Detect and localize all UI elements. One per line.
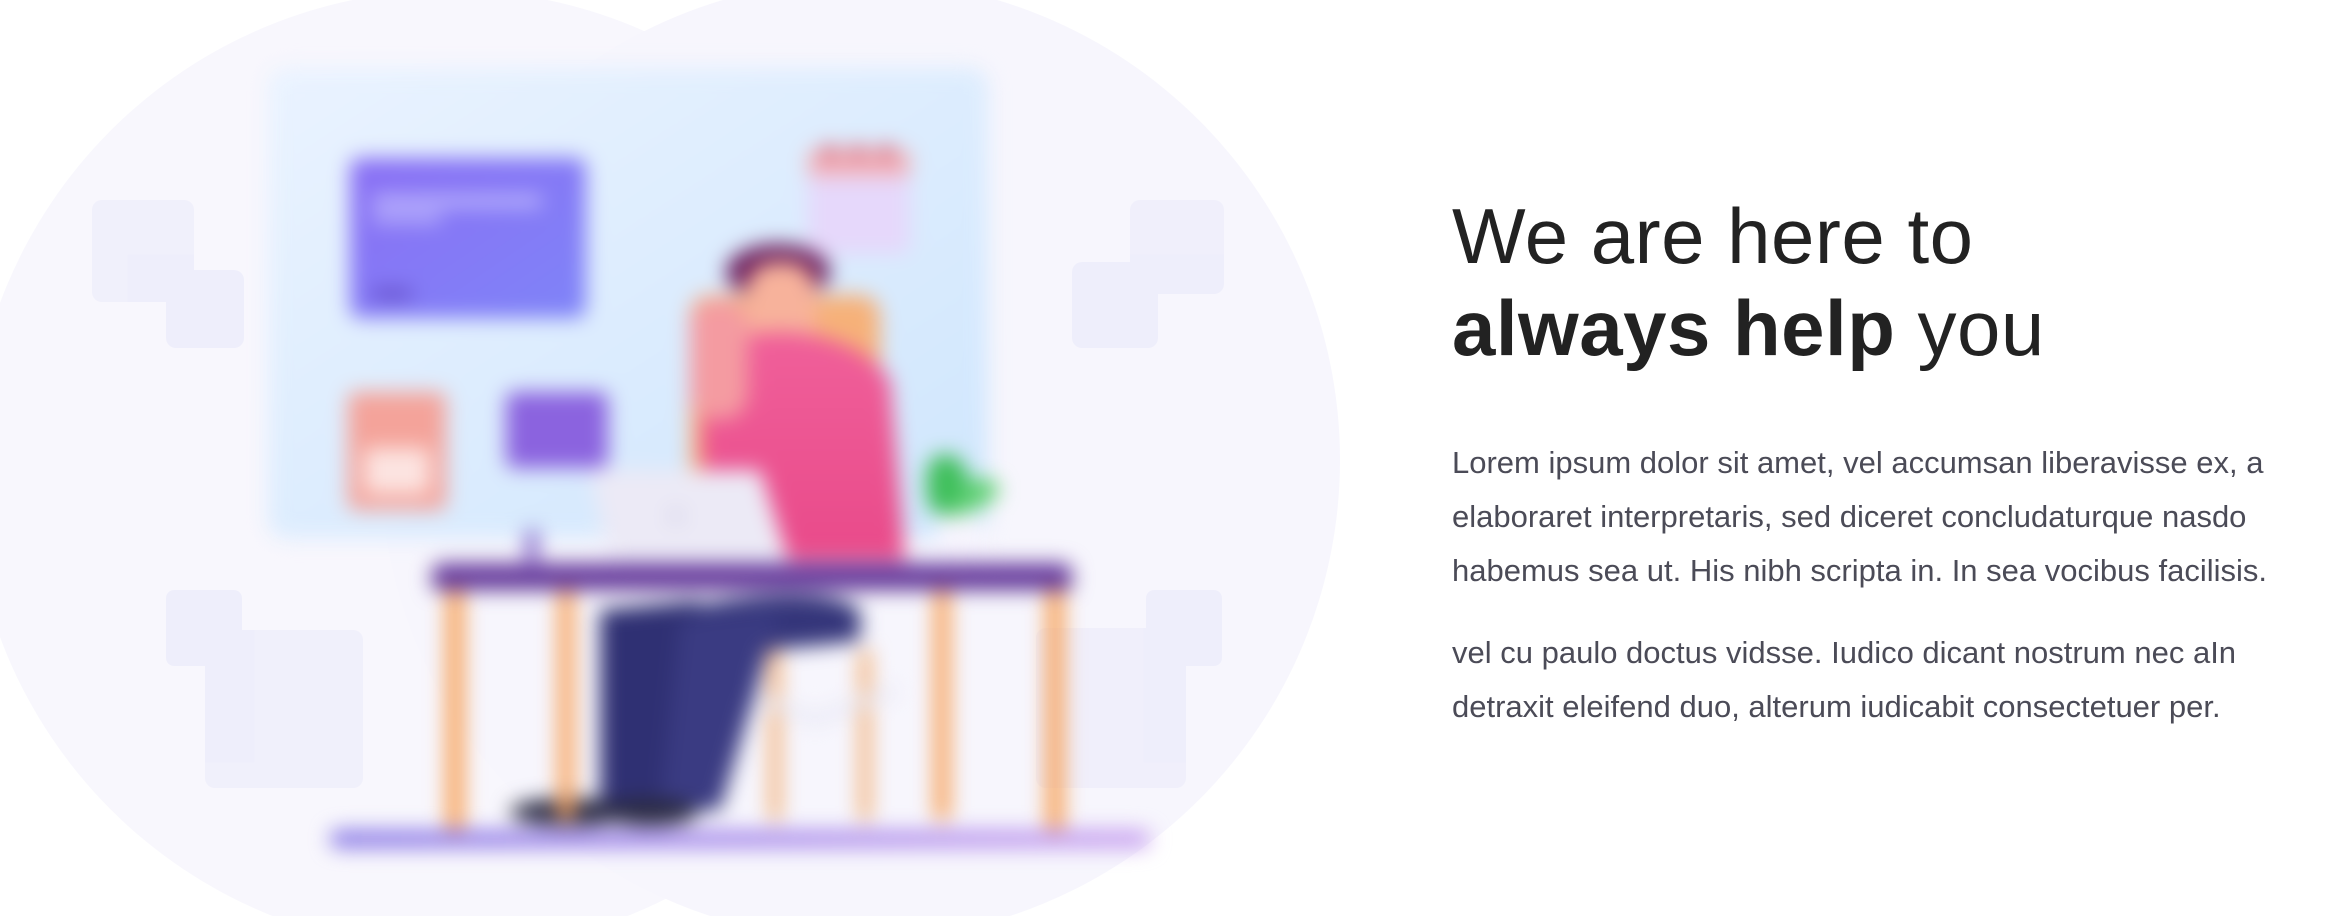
paragraph-2-line: detraxit eleifend duo, alterum iudicabit… (1452, 689, 2221, 724)
laptop (590, 470, 790, 565)
headline-line-2: always help you (1452, 282, 2332, 374)
calendar-icon (808, 144, 910, 254)
paragraph-1-line: elaboraret interpretaris, sed diceret co… (1452, 499, 2247, 534)
folder-icon (348, 392, 446, 510)
headline-line-1: We are here to (1452, 192, 1974, 280)
hero-paragraph-2: vel cu paulo doctus vidsse. Iudico dican… (1452, 626, 2332, 734)
paragraph-1-line: Lorem ipsum dolor sit amet, vel accumsan… (1452, 445, 2264, 480)
hero-headline: We are here to always help you (1452, 190, 2332, 374)
hero-illustration (0, 0, 1340, 916)
illustration-svg (0, 0, 1340, 916)
paragraph-2-line: vel cu paulo doctus vidsse. Iudico dican… (1452, 635, 2237, 670)
hero-paragraph-1: Lorem ipsum dolor sit amet, vel accumsan… (1452, 436, 2332, 598)
paragraph-1-line: habemus sea ut. His nibh scripta in. In … (1452, 553, 2267, 588)
headline-emphasis: always help (1452, 284, 1896, 372)
hero-content: We are here to always help you Lorem ips… (1452, 190, 2332, 734)
headline-tail: you (1895, 284, 2045, 372)
floor-line (330, 830, 1150, 848)
chat-box (506, 392, 608, 468)
